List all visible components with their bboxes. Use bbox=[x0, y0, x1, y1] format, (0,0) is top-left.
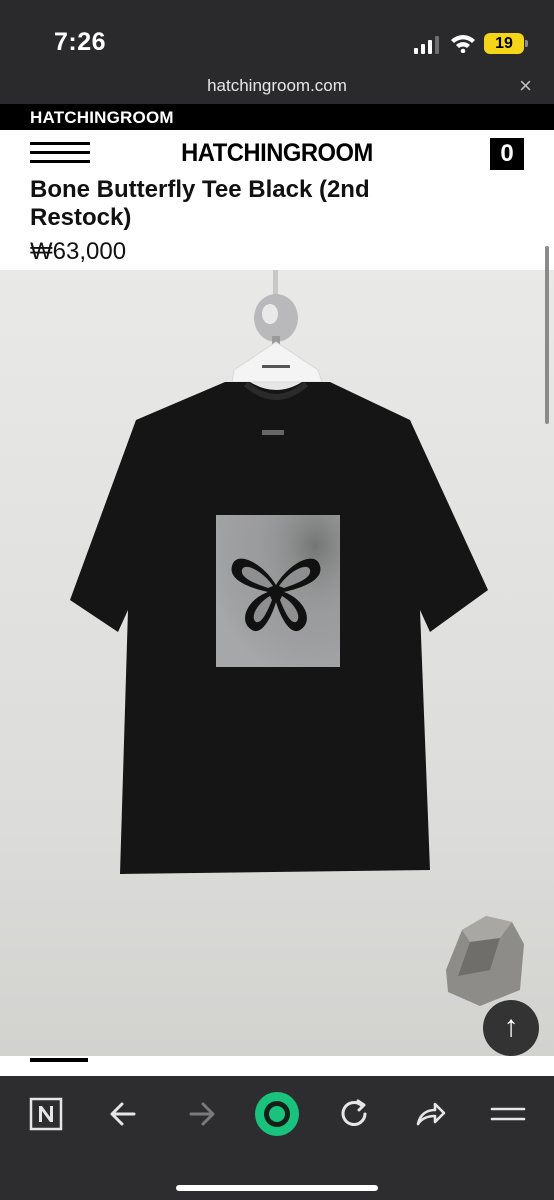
share-icon[interactable] bbox=[410, 1094, 450, 1134]
wifi-icon bbox=[451, 35, 475, 53]
naver-n-icon[interactable] bbox=[26, 1094, 66, 1134]
menu-icon[interactable] bbox=[488, 1094, 528, 1134]
clock: 7:26 bbox=[54, 28, 107, 56]
forward-arrow-icon[interactable] bbox=[181, 1094, 221, 1134]
home-indicator[interactable] bbox=[176, 1185, 378, 1191]
close-icon[interactable]: × bbox=[519, 73, 532, 99]
status-bar: 7:26 19 bbox=[0, 0, 554, 72]
image-carousel-indicator[interactable] bbox=[30, 1058, 88, 1062]
product-title: Bone Butterfly Tee Black (2nd Restock) bbox=[30, 176, 370, 231]
address-bar[interactable]: hatchingroom.com × bbox=[0, 72, 554, 104]
url-text[interactable]: hatchingroom.com bbox=[0, 76, 554, 96]
site-logo[interactable]: HATCHINGROOM bbox=[14, 139, 540, 168]
green-circle-home-icon[interactable] bbox=[254, 1091, 300, 1137]
page-scrollbar[interactable] bbox=[545, 246, 549, 424]
battery-indicator: 19 bbox=[484, 33, 528, 54]
browser-toolbar bbox=[0, 1076, 554, 1200]
product-image[interactable] bbox=[0, 270, 554, 1056]
cart-count-badge[interactable]: 0 bbox=[490, 138, 524, 170]
site-header: HATCHINGROOM bbox=[0, 130, 554, 170]
refresh-icon[interactable] bbox=[334, 1094, 374, 1134]
back-arrow-icon[interactable] bbox=[104, 1094, 144, 1134]
product-price: ₩63,000 bbox=[30, 238, 127, 265]
web-page: HATCHINGROOM HATCHINGROOM 0 Bone Butterf… bbox=[0, 104, 554, 1076]
cellular-signal-icon bbox=[414, 36, 439, 54]
scroll-to-top-button[interactable]: ↑ bbox=[483, 1000, 539, 1056]
brand-strip[interactable]: HATCHINGROOM bbox=[0, 104, 554, 130]
